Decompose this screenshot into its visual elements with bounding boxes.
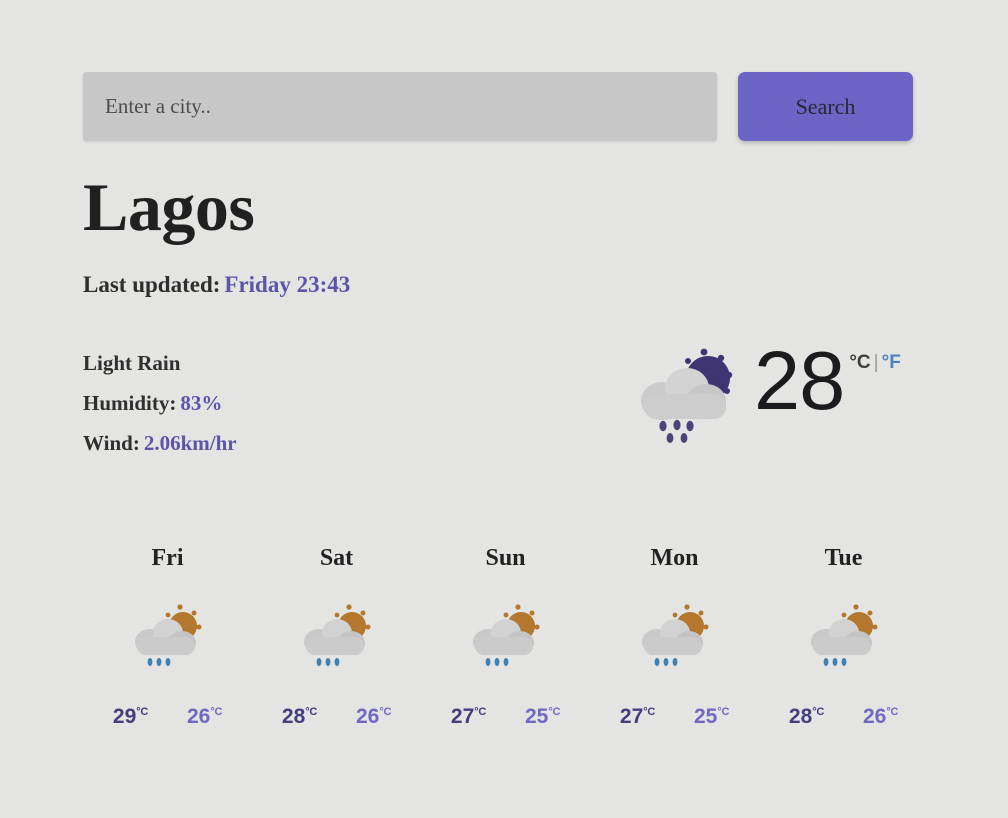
cloud-sun-rain-icon bbox=[472, 604, 539, 666]
wind-label: Wind: bbox=[83, 431, 140, 455]
forecast-high: 27°C bbox=[450, 705, 486, 728]
forecast-temps: 27°C 25°C bbox=[590, 705, 759, 729]
forecast-day-label: Tue bbox=[824, 545, 863, 571]
forecast-day-label: Mon bbox=[650, 545, 699, 571]
forecast-day-label: Fri bbox=[151, 545, 184, 571]
search-button[interactable]: Search bbox=[738, 72, 913, 141]
wind-value: 2.06km/hr bbox=[143, 431, 237, 455]
forecast-day-label: Sat bbox=[319, 545, 354, 571]
forecast-temps: 28°C 26°C bbox=[252, 705, 421, 729]
forecast-list: Fri 29°C 26°C Sat 28°C 26°C Sun 27°C 25°… bbox=[83, 545, 928, 729]
unit-separator: | bbox=[873, 352, 879, 373]
last-updated-value: Friday 23:43 bbox=[224, 272, 351, 297]
search-input[interactable] bbox=[83, 72, 717, 141]
humidity-label: Humidity: bbox=[83, 391, 177, 415]
city-name: Lagos bbox=[83, 169, 255, 245]
fahrenheit-toggle[interactable]: °F bbox=[882, 352, 901, 373]
forecast-high: 28°C bbox=[281, 705, 317, 728]
forecast-high: 29°C bbox=[112, 705, 148, 728]
wind-row: Wind: 2.06km/hr bbox=[83, 423, 237, 463]
forecast-day[interactable]: Tue 28°C 26°C bbox=[759, 545, 928, 729]
current-conditions: Light Rain Humidity: 83% Wind: 2.06km/hr bbox=[83, 343, 237, 463]
humidity-value: 83% bbox=[180, 391, 223, 415]
current-temperature: 28 bbox=[754, 334, 845, 427]
forecast-day[interactable]: Mon 27°C 25°C bbox=[590, 545, 759, 729]
forecast-low: 26°C bbox=[863, 705, 899, 728]
forecast-day[interactable]: Sat 28°C 26°C bbox=[252, 545, 421, 729]
forecast-low: 26°C bbox=[187, 705, 223, 728]
last-updated-label: Last updated: bbox=[83, 272, 221, 297]
weather-app: Search Lagos Last updated:Friday 23:43 L… bbox=[0, 0, 1008, 818]
forecast-high: 27°C bbox=[619, 705, 655, 728]
cloud-sun-rain-icon bbox=[810, 604, 877, 666]
cloud-sun-rain-icon bbox=[134, 604, 201, 666]
forecast-day[interactable]: Sun 27°C 25°C bbox=[421, 545, 590, 729]
forecast-temps: 27°C 25°C bbox=[421, 705, 590, 729]
cloud-sun-rain-icon bbox=[641, 348, 733, 443]
current-temperature-block: 28 °C | °F bbox=[632, 334, 901, 444]
cloud-sun-rain-icon bbox=[303, 604, 370, 666]
condition-description-row: Light Rain bbox=[83, 343, 237, 383]
search-bar: Search bbox=[83, 72, 913, 141]
forecast-temps: 29°C 26°C bbox=[83, 705, 252, 729]
humidity-row: Humidity: 83% bbox=[83, 383, 237, 423]
forecast-day[interactable]: Fri 29°C 26°C bbox=[83, 545, 252, 729]
last-updated: Last updated: Friday 23:43 bbox=[83, 272, 350, 298]
celsius-toggle[interactable]: °C bbox=[849, 352, 870, 373]
forecast-low: 26°C bbox=[356, 705, 392, 728]
forecast-low: 25°C bbox=[525, 705, 561, 728]
condition-description: Light Rain bbox=[83, 351, 181, 375]
forecast-high: 28°C bbox=[788, 705, 824, 728]
cloud-sun-rain-icon bbox=[641, 604, 708, 666]
forecast-low: 25°C bbox=[694, 705, 730, 728]
forecast-temps: 28°C 26°C bbox=[759, 705, 928, 729]
forecast-day-label: Sun bbox=[485, 545, 526, 571]
unit-toggle[interactable]: °C | °F bbox=[849, 352, 900, 374]
